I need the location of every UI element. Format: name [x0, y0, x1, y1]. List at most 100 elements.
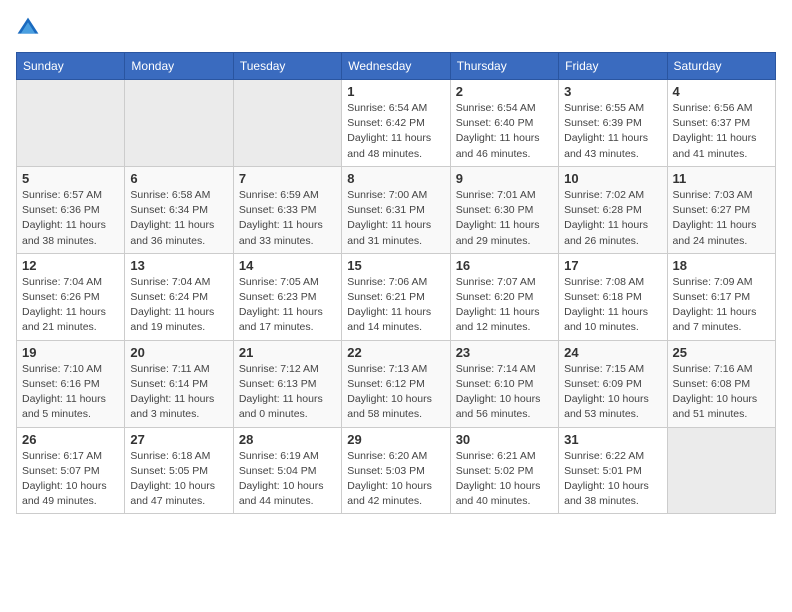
calendar-cell: 14 Sunrise: 7:05 AM Sunset: 6:23 PM Dayli… — [233, 253, 341, 340]
calendar-cell: 15Sunrise: 7:06 AM Sunset: 6:21 PM Dayli… — [342, 253, 450, 340]
calendar-week-row: 5 Sunrise: 6:57 AM Sunset: 6:36 PM Daylig… — [17, 166, 776, 253]
calendar-cell — [233, 80, 341, 167]
page-header — [16, 16, 776, 40]
calendar-cell: 24 Sunrise: 7:15 AM Sunset: 6:09 PM Dayli… — [559, 340, 667, 427]
calendar-cell: 6Sunrise: 6:58 AM Sunset: 6:34 PM Daylig… — [125, 166, 233, 253]
day-info: Sunrise: 6:58 AM Sunset: 6:34 PM Dayligh… — [130, 188, 227, 249]
day-number: 24 — [564, 345, 661, 360]
calendar-cell: 28Sunrise: 6:19 AM Sunset: 5:04 PM Dayli… — [233, 427, 341, 514]
day-number: 20 — [130, 345, 227, 360]
day-number: 11 — [673, 171, 770, 186]
day-info: Sunrise: 7:14 AM Sunset: 6:10 PM Dayligh… — [456, 362, 553, 423]
day-number: 27 — [130, 432, 227, 447]
day-number: 10 — [564, 171, 661, 186]
day-info: Sunrise: 6:57 AM Sunset: 6:36 PM Dayligh… — [22, 188, 119, 249]
day-info: Sunrise: 6:22 AM Sunset: 5:01 PM Dayligh… — [564, 449, 661, 510]
calendar-cell: 12Sunrise: 7:04 AM Sunset: 6:26 PM Dayli… — [17, 253, 125, 340]
day-number: 1 — [347, 84, 444, 99]
day-number: 5 — [22, 171, 119, 186]
weekday-header-monday: Monday — [125, 53, 233, 80]
calendar-week-row: 19 Sunrise: 7:10 AM Sunset: 6:16 PM Dayli… — [17, 340, 776, 427]
calendar-cell: 20 Sunrise: 7:11 AM Sunset: 6:14 PM Dayli… — [125, 340, 233, 427]
calendar-cell — [667, 427, 775, 514]
weekday-header-wednesday: Wednesday — [342, 53, 450, 80]
day-info: Sunrise: 7:00 AM Sunset: 6:31 PM Dayligh… — [347, 188, 444, 249]
day-info: Sunrise: 6:17 AM Sunset: 5:07 PM Dayligh… — [22, 449, 119, 510]
day-info: Sunrise: 7:12 AM Sunset: 6:13 PM Dayligh… — [239, 362, 336, 423]
day-info: Sunrise: 7:05 AM Sunset: 6:23 PM Dayligh… — [239, 275, 336, 336]
day-info: Sunrise: 6:18 AM Sunset: 5:05 PM Dayligh… — [130, 449, 227, 510]
day-info: Sunrise: 6:54 AM Sunset: 6:42 PM Dayligh… — [347, 101, 444, 162]
calendar-cell: 18 Sunrise: 7:09 AM Sunset: 6:17 PM Dayli… — [667, 253, 775, 340]
calendar-cell: 4Sunrise: 6:56 AM Sunset: 6:37 PM Daylig… — [667, 80, 775, 167]
day-info: Sunrise: 7:07 AM Sunset: 6:20 PM Dayligh… — [456, 275, 553, 336]
calendar-cell: 7 Sunrise: 6:59 AM Sunset: 6:33 PM Daylig… — [233, 166, 341, 253]
day-info: Sunrise: 7:03 AM Sunset: 6:27 PM Dayligh… — [673, 188, 770, 249]
calendar-cell: 21 Sunrise: 7:12 AM Sunset: 6:13 PM Dayli… — [233, 340, 341, 427]
calendar-cell — [17, 80, 125, 167]
day-number: 3 — [564, 84, 661, 99]
day-info: Sunrise: 7:13 AM Sunset: 6:12 PM Dayligh… — [347, 362, 444, 423]
day-number: 2 — [456, 84, 553, 99]
calendar-cell: 11 Sunrise: 7:03 AM Sunset: 6:27 PM Dayli… — [667, 166, 775, 253]
day-info: Sunrise: 7:02 AM Sunset: 6:28 PM Dayligh… — [564, 188, 661, 249]
calendar-week-row: 12Sunrise: 7:04 AM Sunset: 6:26 PM Dayli… — [17, 253, 776, 340]
calendar-cell: 10 Sunrise: 7:02 AM Sunset: 6:28 PM Dayli… — [559, 166, 667, 253]
day-info: Sunrise: 7:16 AM Sunset: 6:08 PM Dayligh… — [673, 362, 770, 423]
logo-icon — [16, 16, 40, 40]
calendar-cell: 30Sunrise: 6:21 AM Sunset: 5:02 PM Dayli… — [450, 427, 558, 514]
calendar-cell: 19 Sunrise: 7:10 AM Sunset: 6:16 PM Dayli… — [17, 340, 125, 427]
day-info: Sunrise: 7:10 AM Sunset: 6:16 PM Dayligh… — [22, 362, 119, 423]
day-info: Sunrise: 6:59 AM Sunset: 6:33 PM Dayligh… — [239, 188, 336, 249]
calendar-cell: 13 Sunrise: 7:04 AM Sunset: 6:24 PM Dayli… — [125, 253, 233, 340]
day-info: Sunrise: 7:11 AM Sunset: 6:14 PM Dayligh… — [130, 362, 227, 423]
calendar-cell: 22 Sunrise: 7:13 AM Sunset: 6:12 PM Dayli… — [342, 340, 450, 427]
day-number: 9 — [456, 171, 553, 186]
calendar-cell: 5 Sunrise: 6:57 AM Sunset: 6:36 PM Daylig… — [17, 166, 125, 253]
calendar-cell: 8Sunrise: 7:00 AM Sunset: 6:31 PM Daylig… — [342, 166, 450, 253]
day-number: 23 — [456, 345, 553, 360]
day-info: Sunrise: 7:09 AM Sunset: 6:17 PM Dayligh… — [673, 275, 770, 336]
day-number: 19 — [22, 345, 119, 360]
calendar-cell: 3 Sunrise: 6:55 AM Sunset: 6:39 PM Daylig… — [559, 80, 667, 167]
weekday-header-friday: Friday — [559, 53, 667, 80]
calendar-cell: 1 Sunrise: 6:54 AM Sunset: 6:42 PM Daylig… — [342, 80, 450, 167]
day-info: Sunrise: 7:01 AM Sunset: 6:30 PM Dayligh… — [456, 188, 553, 249]
calendar-cell: 23 Sunrise: 7:14 AM Sunset: 6:10 PM Dayli… — [450, 340, 558, 427]
calendar-cell: 31 Sunrise: 6:22 AM Sunset: 5:01 PM Dayli… — [559, 427, 667, 514]
weekday-header-sunday: Sunday — [17, 53, 125, 80]
day-info: Sunrise: 6:20 AM Sunset: 5:03 PM Dayligh… — [347, 449, 444, 510]
calendar-cell: 27 Sunrise: 6:18 AM Sunset: 5:05 PM Dayli… — [125, 427, 233, 514]
day-number: 18 — [673, 258, 770, 273]
day-number: 14 — [239, 258, 336, 273]
day-number: 17 — [564, 258, 661, 273]
day-number: 29 — [347, 432, 444, 447]
day-number: 21 — [239, 345, 336, 360]
calendar-cell: 25Sunrise: 7:16 AM Sunset: 6:08 PM Dayli… — [667, 340, 775, 427]
weekday-header-thursday: Thursday — [450, 53, 558, 80]
day-info: Sunrise: 6:54 AM Sunset: 6:40 PM Dayligh… — [456, 101, 553, 162]
day-info: Sunrise: 6:55 AM Sunset: 6:39 PM Dayligh… — [564, 101, 661, 162]
day-info: Sunrise: 6:56 AM Sunset: 6:37 PM Dayligh… — [673, 101, 770, 162]
day-number: 30 — [456, 432, 553, 447]
day-number: 16 — [456, 258, 553, 273]
day-number: 28 — [239, 432, 336, 447]
calendar-cell: 2 Sunrise: 6:54 AM Sunset: 6:40 PM Daylig… — [450, 80, 558, 167]
day-number: 26 — [22, 432, 119, 447]
day-info: Sunrise: 7:06 AM Sunset: 6:21 PM Dayligh… — [347, 275, 444, 336]
day-number: 7 — [239, 171, 336, 186]
day-info: Sunrise: 7:15 AM Sunset: 6:09 PM Dayligh… — [564, 362, 661, 423]
weekday-header-saturday: Saturday — [667, 53, 775, 80]
calendar-week-row: 26 Sunrise: 6:17 AM Sunset: 5:07 PM Dayli… — [17, 427, 776, 514]
day-info: Sunrise: 7:08 AM Sunset: 6:18 PM Dayligh… — [564, 275, 661, 336]
day-number: 13 — [130, 258, 227, 273]
calendar-week-row: 1 Sunrise: 6:54 AM Sunset: 6:42 PM Daylig… — [17, 80, 776, 167]
logo — [16, 16, 44, 40]
calendar-cell: 9 Sunrise: 7:01 AM Sunset: 6:30 PM Daylig… — [450, 166, 558, 253]
day-number: 31 — [564, 432, 661, 447]
weekday-header-tuesday: Tuesday — [233, 53, 341, 80]
calendar-cell: 26 Sunrise: 6:17 AM Sunset: 5:07 PM Dayli… — [17, 427, 125, 514]
day-info: Sunrise: 7:04 AM Sunset: 6:24 PM Dayligh… — [130, 275, 227, 336]
day-number: 22 — [347, 345, 444, 360]
calendar-cell — [125, 80, 233, 167]
